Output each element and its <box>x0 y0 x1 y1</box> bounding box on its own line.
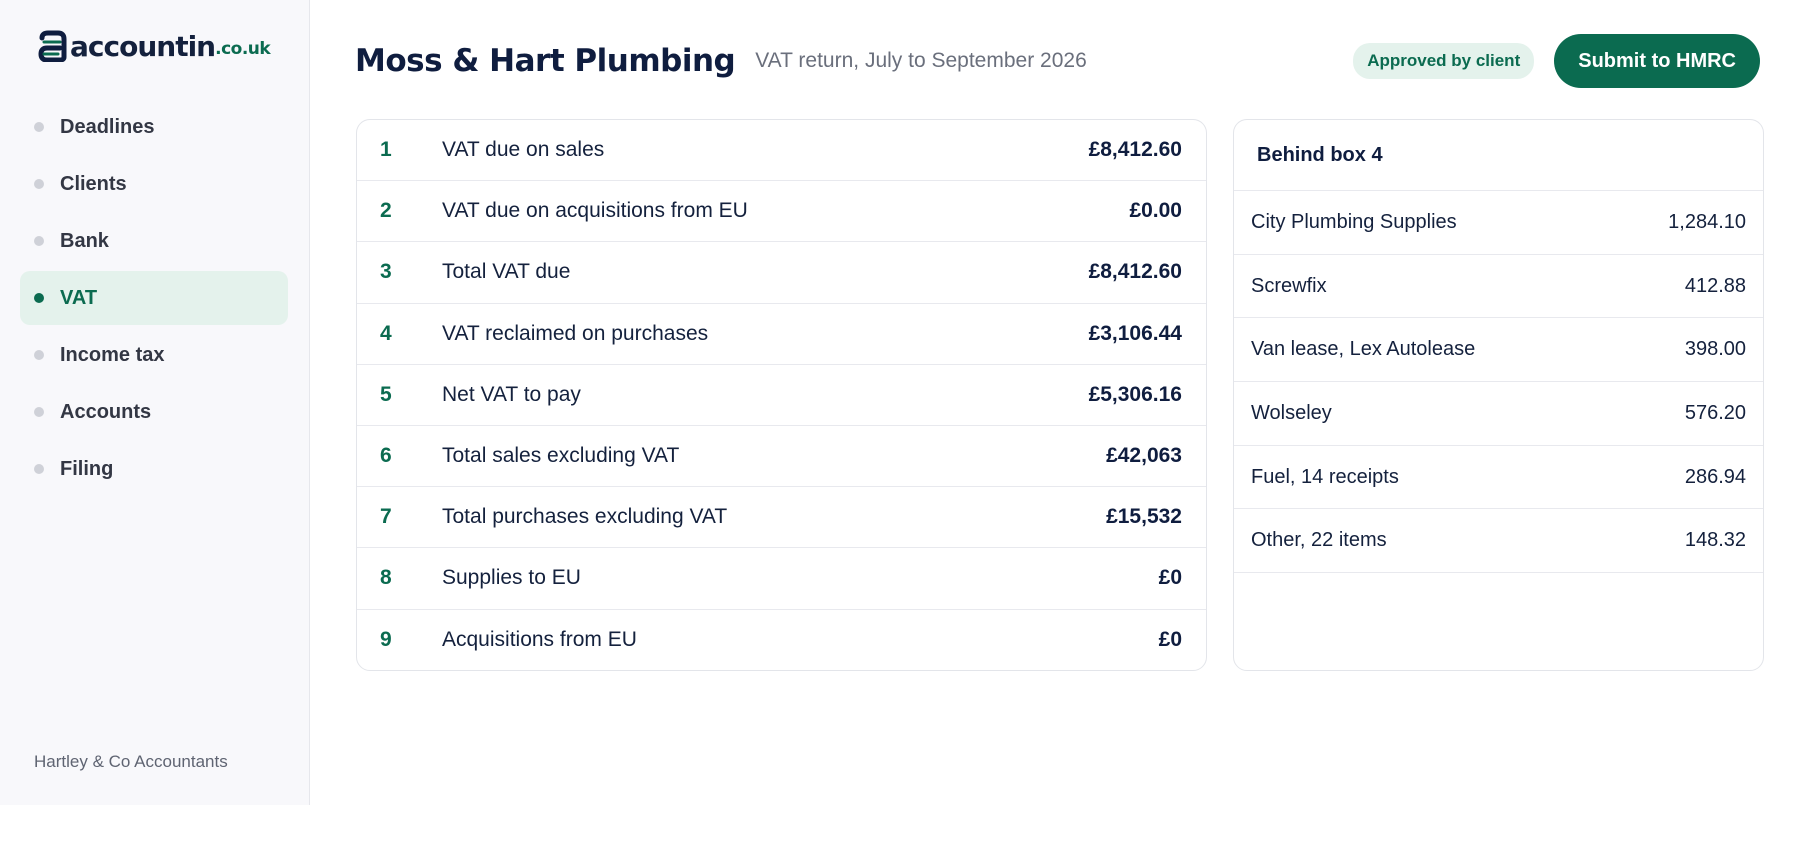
breakdown-row[interactable]: Wolseley 576.20 <box>1234 382 1763 446</box>
logo-tld: .co.uk <box>215 39 271 59</box>
accountin-logo[interactable]: accountin .co.uk <box>38 26 271 66</box>
sidebar-item-clients[interactable]: Clients <box>20 157 288 211</box>
nav-dot-icon <box>34 464 44 474</box>
sidebar: accountin .co.uk Deadlines Clients Bank VAT… <box>0 0 310 805</box>
nav-dot-icon <box>34 350 44 360</box>
sidebar-item-deadlines[interactable]: Deadlines <box>20 100 288 154</box>
box-label: Supplies to EU <box>442 566 581 590</box>
vat-box-row[interactable]: 9 Acquisitions from EU £0 <box>357 610 1206 671</box>
sidebar-item-income-tax[interactable]: Income tax <box>20 328 288 382</box>
box-label: Net VAT to pay <box>442 382 581 406</box>
page-header: Moss & Hart Plumbing VAT return, July to… <box>355 34 1760 88</box>
sidebar-item-label: Clients <box>60 172 127 195</box>
page-title: Moss & Hart Plumbing <box>355 43 736 79</box>
box-value: £0 <box>1158 566 1182 590</box>
supplier-label: Wolseley <box>1251 401 1332 424</box>
box-label: Total purchases excluding VAT <box>442 505 728 529</box>
supplier-amount: 1,284.10 <box>1668 210 1746 233</box>
sidebar-item-bank[interactable]: Bank <box>20 214 288 268</box>
box-value: £0 <box>1158 628 1182 652</box>
breakdown-list: City Plumbing Supplies 1,284.10 Screwfix 41… <box>1234 191 1763 574</box>
breakdown-row[interactable]: City Plumbing Supplies 1,284.10 <box>1234 191 1763 255</box>
box-number: 4 <box>380 321 392 345</box>
sidebar-item-accounts[interactable]: Accounts <box>20 385 288 439</box>
vat-box-row[interactable]: 5 Net VAT to pay £5,306.16 <box>357 365 1206 426</box>
breakdown-row[interactable]: Other, 22 items 148.32 <box>1234 509 1763 574</box>
supplier-label: City Plumbing Supplies <box>1251 210 1457 233</box>
box-label: Acquisitions from EU <box>442 628 637 652</box>
box-value: £8,412.60 <box>1088 138 1182 162</box>
box-value: £0.00 <box>1129 199 1182 223</box>
nav-dot-icon <box>34 407 44 417</box>
supplier-amount: 286.94 <box>1684 465 1746 488</box>
sidebar-nav: Deadlines Clients Bank VAT Income tax Account… <box>20 100 288 499</box>
box-value: £42,063 <box>1106 444 1182 468</box>
logo-wordmark: accountin <box>70 29 216 63</box>
box-number: 9 <box>380 628 392 652</box>
box-value: £8,412.60 <box>1088 260 1182 284</box>
box-number: 8 <box>380 566 392 590</box>
supplier-label: Other, 22 items <box>1251 529 1387 552</box>
box-label: Total VAT due <box>442 260 571 284</box>
firm-name: Hartley & Co Accountants <box>34 752 228 771</box>
supplier-amount: 148.32 <box>1684 529 1746 552</box>
breakdown-row[interactable]: Van lease, Lex Autolease 398.00 <box>1234 318 1763 383</box>
breakdown-row[interactable]: Fuel, 14 receipts 286.94 <box>1234 446 1763 510</box>
vat-boxes-table: 1 VAT due on sales £8,412.60 2 VAT due on ac… <box>356 119 1207 671</box>
box-value: £15,532 <box>1106 505 1182 529</box>
box-number: 5 <box>380 382 392 406</box>
box-label: VAT due on acquisitions from EU <box>442 199 748 223</box>
vat-box-row[interactable]: 7 Total purchases excluding VAT £15,532 <box>357 487 1206 549</box>
box-label: VAT due on sales <box>442 138 605 162</box>
sidebar-item-label: Accounts <box>60 400 152 423</box>
box-number: 2 <box>380 199 392 223</box>
status-badge: Approved by client <box>1353 43 1535 79</box>
sidebar-item-label: VAT <box>60 286 98 309</box>
box-number: 1 <box>380 138 392 162</box>
return-period: VAT return, July to September 2026 <box>755 49 1087 72</box>
sidebar-item-label: Deadlines <box>60 115 155 138</box>
nav-dot-icon <box>34 236 44 246</box>
box-value: £3,106.44 <box>1088 321 1182 345</box>
vat-box-row[interactable]: 6 Total sales excluding VAT £42,063 <box>357 426 1206 488</box>
box-label: Total sales excluding VAT <box>442 444 680 468</box>
box-label: VAT reclaimed on purchases <box>442 321 709 345</box>
supplier-label: Screwfix <box>1251 274 1327 297</box>
vat-box-row[interactable]: 8 Supplies to EU £0 <box>357 548 1206 610</box>
box-value: £5,306.16 <box>1088 382 1182 406</box>
logo-mark-icon <box>38 30 67 62</box>
supplier-label: Van lease, Lex Autolease <box>1251 338 1476 361</box>
sidebar-item-filing[interactable]: Filing <box>20 442 288 496</box>
submit-to-hmrc-button[interactable]: Submit to HMRC <box>1554 34 1760 88</box>
supplier-amount: 398.00 <box>1684 338 1746 361</box>
breakdown-title: Behind box 4 <box>1234 120 1763 191</box>
vat-box-row[interactable]: 2 VAT due on acquisitions from EU £0.00 <box>357 181 1206 243</box>
box-number: 6 <box>380 444 392 468</box>
nav-dot-icon <box>34 293 44 303</box>
nav-dot-icon <box>34 122 44 132</box>
box-4-breakdown-panel: Behind box 4 City Plumbing Supplies 1,284… <box>1233 119 1764 671</box>
sidebar-item-label: Income tax <box>60 343 165 366</box>
vat-box-row[interactable]: 3 Total VAT due £8,412.60 <box>357 242 1206 304</box>
nav-dot-icon <box>34 179 44 189</box>
box-number: 7 <box>380 505 392 529</box>
box-number: 3 <box>380 260 392 284</box>
sidebar-item-vat[interactable]: VAT <box>20 271 288 325</box>
supplier-amount: 576.20 <box>1684 401 1746 424</box>
supplier-label: Fuel, 14 receipts <box>1251 465 1399 488</box>
sidebar-item-label: Filing <box>60 457 114 480</box>
vat-box-row[interactable]: 4 VAT reclaimed on purchases £3,106.44 <box>357 304 1206 365</box>
supplier-amount: 412.88 <box>1684 274 1746 297</box>
sidebar-item-label: Bank <box>60 229 109 252</box>
vat-box-row[interactable]: 1 VAT due on sales £8,412.60 <box>357 120 1206 182</box>
breakdown-row[interactable]: Screwfix 412.88 <box>1234 255 1763 319</box>
